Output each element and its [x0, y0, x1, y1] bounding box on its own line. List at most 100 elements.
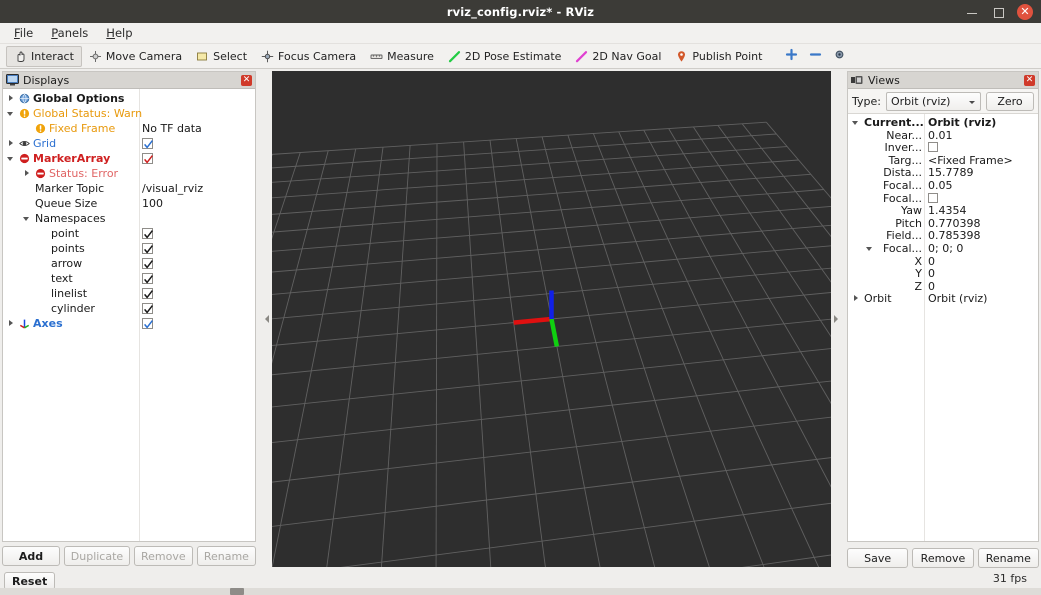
- right-splitter-handle[interactable]: [833, 314, 839, 324]
- right-splitter[interactable]: [831, 71, 841, 567]
- chevron-right-icon[interactable]: [7, 319, 16, 328]
- display-row-checkbox[interactable]: [142, 138, 153, 149]
- close-icon[interactable]: ✕: [1017, 3, 1033, 20]
- chevron-right-icon[interactable]: [7, 94, 16, 103]
- remove-tool-button[interactable]: [803, 46, 827, 67]
- tool-focus-camera[interactable]: Focus Camera: [254, 46, 363, 67]
- display-row-value[interactable]: /visual_rviz: [142, 182, 203, 195]
- views-tree[interactable]: Current... Orbit (rviz) Near... 0.01 Inver..…: [848, 113, 1038, 541]
- display-row-checkbox[interactable]: [142, 273, 153, 284]
- tool-2d-nav-goal[interactable]: 2D Nav Goal: [568, 46, 668, 67]
- menu-help[interactable]: Help: [98, 24, 140, 42]
- view-property-row[interactable]: Yaw 1.4354: [848, 204, 1038, 217]
- display-row[interactable]: Fixed Frame No TF data: [3, 121, 255, 136]
- view-property-value[interactable]: 15.7789: [928, 166, 974, 179]
- tool-2d-pose-estimate[interactable]: 2D Pose Estimate: [441, 46, 569, 67]
- display-row[interactable]: linelist: [3, 286, 255, 301]
- chevron-down-icon[interactable]: [866, 244, 875, 253]
- chevron-right-icon[interactable]: [23, 169, 32, 178]
- view-property-checkbox[interactable]: [928, 142, 938, 153]
- view-property-checkbox[interactable]: [928, 192, 938, 203]
- remove-view-button[interactable]: Remove: [912, 548, 974, 568]
- display-row[interactable]: Axes: [3, 316, 255, 331]
- display-row-value[interactable]: 100: [142, 197, 163, 210]
- left-splitter[interactable]: [262, 71, 272, 567]
- views-close-icon[interactable]: ✕: [1024, 74, 1035, 86]
- display-row-checkbox[interactable]: [142, 318, 153, 329]
- view-property-row[interactable]: Y0: [848, 267, 1038, 280]
- add-tool-button[interactable]: [779, 46, 803, 67]
- minimize-icon[interactable]: [965, 5, 979, 19]
- display-row-checkbox[interactable]: [142, 228, 153, 239]
- menu-file[interactable]: File: [6, 24, 41, 42]
- view-property-value[interactable]: 0: [928, 280, 935, 293]
- display-row[interactable]: text: [3, 271, 255, 286]
- display-row-checkbox[interactable]: [142, 153, 153, 164]
- view-property-value[interactable]: 0.01: [928, 129, 953, 142]
- save-view-button[interactable]: Save: [847, 548, 909, 568]
- chevron-down-icon[interactable]: [7, 154, 16, 163]
- display-row-checkbox[interactable]: [142, 243, 153, 254]
- zero-button[interactable]: Zero: [986, 91, 1034, 111]
- view-property-row[interactable]: X0: [848, 255, 1038, 268]
- add-button[interactable]: Add: [2, 546, 60, 566]
- 3d-viewport[interactable]: [272, 71, 831, 567]
- display-row[interactable]: Status: Error: [3, 166, 255, 181]
- display-row[interactable]: cylinder: [3, 301, 255, 316]
- displays-close-icon[interactable]: ✕: [241, 74, 252, 86]
- view-property-row[interactable]: Focal... 0.05: [848, 179, 1038, 192]
- menu-panels[interactable]: Panels: [43, 24, 96, 42]
- display-row[interactable]: Global Options: [3, 91, 255, 106]
- chevron-right-icon[interactable]: [852, 294, 861, 303]
- rename-view-button[interactable]: Rename: [977, 548, 1039, 568]
- view-property-value[interactable]: 0.05: [928, 179, 953, 192]
- view-type-select[interactable]: Orbit (rviz): [885, 91, 981, 111]
- display-row[interactable]: Namespaces: [3, 211, 255, 226]
- view-property-value[interactable]: 0: [928, 255, 935, 268]
- view-property-row[interactable]: Orbit Orbit (rviz): [848, 292, 1038, 305]
- display-row[interactable]: points: [3, 241, 255, 256]
- tool-select[interactable]: Select: [189, 46, 254, 67]
- display-row[interactable]: Global Status: Warn: [3, 106, 255, 121]
- view-property-value[interactable]: Orbit (rviz): [928, 116, 996, 129]
- display-row[interactable]: Grid: [3, 136, 255, 151]
- view-property-row[interactable]: Pitch 0.770398: [848, 217, 1038, 230]
- view-property-row[interactable]: Near... 0.01: [848, 129, 1038, 142]
- display-row[interactable]: MarkerArray: [3, 151, 255, 166]
- view-property-row[interactable]: Targ... <Fixed Frame>: [848, 154, 1038, 167]
- scrollbar-thumb[interactable]: [230, 588, 244, 595]
- display-row-value[interactable]: No TF data: [142, 122, 202, 135]
- displays-tree[interactable]: Global Options Global Status: Warn Fixed F…: [3, 89, 255, 541]
- display-row-checkbox[interactable]: [142, 303, 153, 314]
- chevron-down-icon[interactable]: [852, 118, 861, 127]
- chevron-right-icon[interactable]: [7, 139, 16, 148]
- horizontal-scrollbar[interactable]: [0, 588, 1041, 595]
- display-row[interactable]: Queue Size 100: [3, 196, 255, 211]
- tool-properties-button[interactable]: [827, 46, 851, 67]
- tool-measure[interactable]: Measure: [363, 46, 441, 67]
- display-row-checkbox[interactable]: [142, 258, 153, 269]
- display-row[interactable]: Marker Topic/visual_rviz: [3, 181, 255, 196]
- view-property-row[interactable]: Inver...: [848, 141, 1038, 154]
- chevron-down-icon[interactable]: [23, 214, 32, 223]
- view-property-value[interactable]: 0.770398: [928, 217, 981, 230]
- display-row[interactable]: point: [3, 226, 255, 241]
- tool-interact[interactable]: Interact: [6, 45, 82, 67]
- view-property-row[interactable]: Focal...: [848, 192, 1038, 205]
- view-property-value[interactable]: Orbit (rviz): [928, 292, 987, 305]
- left-splitter-handle[interactable]: [264, 314, 270, 324]
- view-property-row[interactable]: Z0: [848, 280, 1038, 293]
- display-row[interactable]: arrow: [3, 256, 255, 271]
- view-property-value[interactable]: 0; 0; 0: [928, 242, 963, 255]
- view-property-row[interactable]: Focal... 0; 0; 0: [848, 242, 1038, 255]
- view-property-value[interactable]: <Fixed Frame>: [928, 154, 1013, 167]
- maximize-icon[interactable]: [991, 5, 1005, 19]
- view-property-value[interactable]: 0: [928, 267, 935, 280]
- tool-move-camera[interactable]: Move Camera: [82, 46, 189, 67]
- display-row-checkbox[interactable]: [142, 288, 153, 299]
- chevron-down-icon[interactable]: [7, 109, 16, 118]
- view-property-value[interactable]: 1.4354: [928, 204, 967, 217]
- view-property-row[interactable]: Field... 0.785398: [848, 229, 1038, 242]
- view-property-row[interactable]: Current... Orbit (rviz): [848, 116, 1038, 129]
- view-property-value[interactable]: 0.785398: [928, 229, 981, 242]
